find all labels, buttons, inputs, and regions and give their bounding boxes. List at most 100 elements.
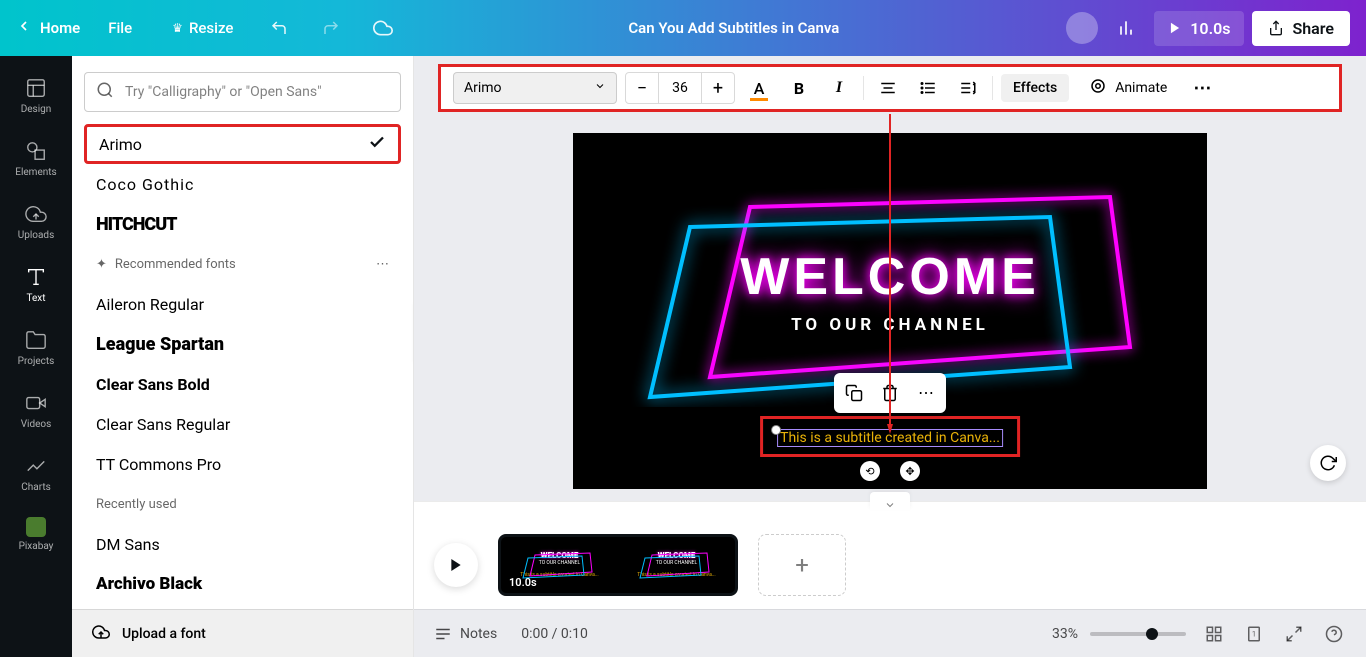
timeline-expand-button[interactable]	[414, 502, 1366, 520]
font-item-hitchcut[interactable]: HitchCut	[84, 204, 401, 244]
play-button[interactable]	[434, 543, 478, 587]
decrease-size-button[interactable]: −	[626, 73, 658, 103]
font-search-input[interactable]	[84, 72, 401, 112]
analytics-button[interactable]	[1106, 8, 1146, 48]
nav-elements-label: Elements	[15, 167, 56, 178]
regenerate-button[interactable]	[1310, 445, 1346, 481]
list-button[interactable]	[912, 72, 944, 104]
main-area: Design Elements Uploads Text Projects Vi…	[0, 56, 1366, 657]
timeline-clip[interactable]: WELCOME TO OUR CHANNEL This is a subtitl…	[498, 534, 738, 596]
recent-header: Recently used	[84, 484, 401, 524]
font-item-coco-gothic[interactable]: Coco Gothic	[84, 164, 401, 204]
font-item-dm-sans[interactable]: DM Sans	[84, 524, 401, 564]
recent-label: Recently used	[96, 497, 177, 512]
font-list[interactable]: Arimo Coco Gothic HitchCut ✦Recommended …	[84, 124, 401, 609]
font-size-input[interactable]	[658, 73, 702, 103]
divider	[992, 76, 993, 100]
font-name: Arimo	[99, 135, 142, 154]
zoom-slider[interactable]	[1090, 632, 1186, 636]
help-button[interactable]	[1322, 622, 1346, 646]
share-button[interactable]: Share	[1252, 11, 1350, 46]
text-toolbar: Arimo − + A B I	[438, 64, 1342, 112]
animate-button[interactable]: Animate	[1077, 71, 1179, 105]
chevron-down-icon	[594, 80, 606, 96]
resize-button[interactable]: ♛ Resize	[160, 11, 245, 45]
document-title[interactable]: Can You Add Subtitles in Canva	[401, 19, 1066, 37]
clip-duration: 10.0s	[509, 576, 537, 589]
undo-button[interactable]	[261, 10, 297, 46]
font-item-aileron[interactable]: Aileron Regular	[84, 284, 401, 324]
upload-icon	[92, 623, 110, 645]
upload-font-label: Upload a font	[122, 626, 206, 642]
playback-time: 0:00 / 0:10	[521, 626, 588, 642]
increase-size-button[interactable]: +	[702, 73, 734, 103]
font-name: Aileron Regular	[96, 295, 204, 314]
duplicate-button[interactable]	[842, 381, 866, 405]
top-left-group: Home File ♛ Resize	[16, 10, 401, 46]
font-item-archivo-black[interactable]: Archivo Black	[84, 564, 401, 604]
video-icon	[24, 391, 48, 415]
redo-button[interactable]	[313, 10, 349, 46]
more-options-button[interactable]: ⋯	[914, 381, 938, 405]
spacing-button[interactable]	[952, 72, 984, 104]
nav-projects-label: Projects	[18, 356, 55, 367]
nav-charts[interactable]: Charts	[0, 442, 72, 505]
bold-button[interactable]: B	[783, 72, 815, 104]
rotate-handle[interactable]	[771, 425, 781, 435]
pixabay-icon	[26, 517, 46, 537]
resize-label: Resize	[189, 19, 233, 37]
text-icon	[24, 265, 48, 289]
notes-button[interactable]: Notes	[434, 625, 497, 643]
zoom-thumb[interactable]	[1146, 628, 1158, 640]
canvas-area: Arimo − + A B I	[414, 56, 1366, 657]
text-color-button[interactable]: A	[743, 72, 775, 104]
template-icon	[24, 76, 48, 100]
nav-elements[interactable]: Elements	[0, 127, 72, 190]
nav-pixabay[interactable]: Pixabay	[0, 505, 72, 564]
page-transition-handles: ⟲ ✥	[860, 461, 920, 481]
move-button[interactable]: ✥	[900, 461, 920, 481]
nav-uploads-label: Uploads	[18, 230, 54, 241]
swap-button[interactable]: ⟲	[860, 461, 880, 481]
upload-font-button[interactable]: Upload a font	[72, 609, 413, 657]
chevron-left-icon	[16, 18, 32, 38]
nav-projects[interactable]: Projects	[0, 316, 72, 379]
home-label: Home	[40, 19, 80, 37]
bottom-bar: Notes 0:00 / 0:10 33% 1	[414, 609, 1366, 657]
file-menu[interactable]: File	[96, 11, 144, 45]
alignment-button[interactable]	[872, 72, 904, 104]
more-icon[interactable]: ⋯	[376, 257, 389, 272]
search-icon	[96, 81, 114, 103]
more-button[interactable]: ⋯	[1187, 72, 1219, 104]
timeline: WELCOME TO OUR CHANNEL This is a subtitl…	[414, 501, 1366, 609]
cloud-sync-icon[interactable]	[365, 10, 401, 46]
home-button[interactable]: Home	[16, 18, 80, 38]
font-item-league-spartan[interactable]: League Spartan	[84, 324, 401, 364]
page-view-button[interactable]: 1	[1242, 622, 1266, 646]
nav-text[interactable]: Text	[0, 253, 72, 316]
nav-uploads[interactable]: Uploads	[0, 190, 72, 253]
text-color-swatch	[750, 98, 768, 101]
font-name: TT Commons Pro	[96, 455, 221, 474]
user-avatar[interactable]	[1066, 12, 1098, 44]
font-item-clear-sans-regular[interactable]: Clear Sans Regular	[84, 404, 401, 444]
font-name: Archivo Black	[96, 574, 202, 594]
font-item-clear-sans-bold[interactable]: Clear Sans Bold	[84, 364, 401, 404]
duration-label: 10.0s	[1190, 19, 1230, 38]
font-family-value: Arimo	[464, 80, 502, 96]
font-item-tt-commons[interactable]: TT Commons Pro	[84, 444, 401, 484]
fullscreen-button[interactable]	[1282, 622, 1306, 646]
nav-videos[interactable]: Videos	[0, 379, 72, 442]
zoom-controls: 33%	[1052, 626, 1186, 642]
nav-design[interactable]: Design	[0, 64, 72, 127]
folder-icon	[24, 328, 48, 352]
present-button[interactable]: 10.0s	[1154, 11, 1244, 46]
share-label: Share	[1292, 19, 1334, 38]
italic-button[interactable]: I	[823, 72, 855, 104]
clip-thumbnail: WELCOME TO OUR CHANNEL This is a subtitl…	[627, 540, 727, 590]
font-item-arimo[interactable]: Arimo	[84, 124, 401, 164]
add-page-button[interactable]: +	[758, 534, 846, 596]
effects-button[interactable]: Effects	[1001, 74, 1069, 102]
grid-view-button[interactable]	[1202, 622, 1226, 646]
font-family-dropdown[interactable]: Arimo	[453, 72, 617, 104]
